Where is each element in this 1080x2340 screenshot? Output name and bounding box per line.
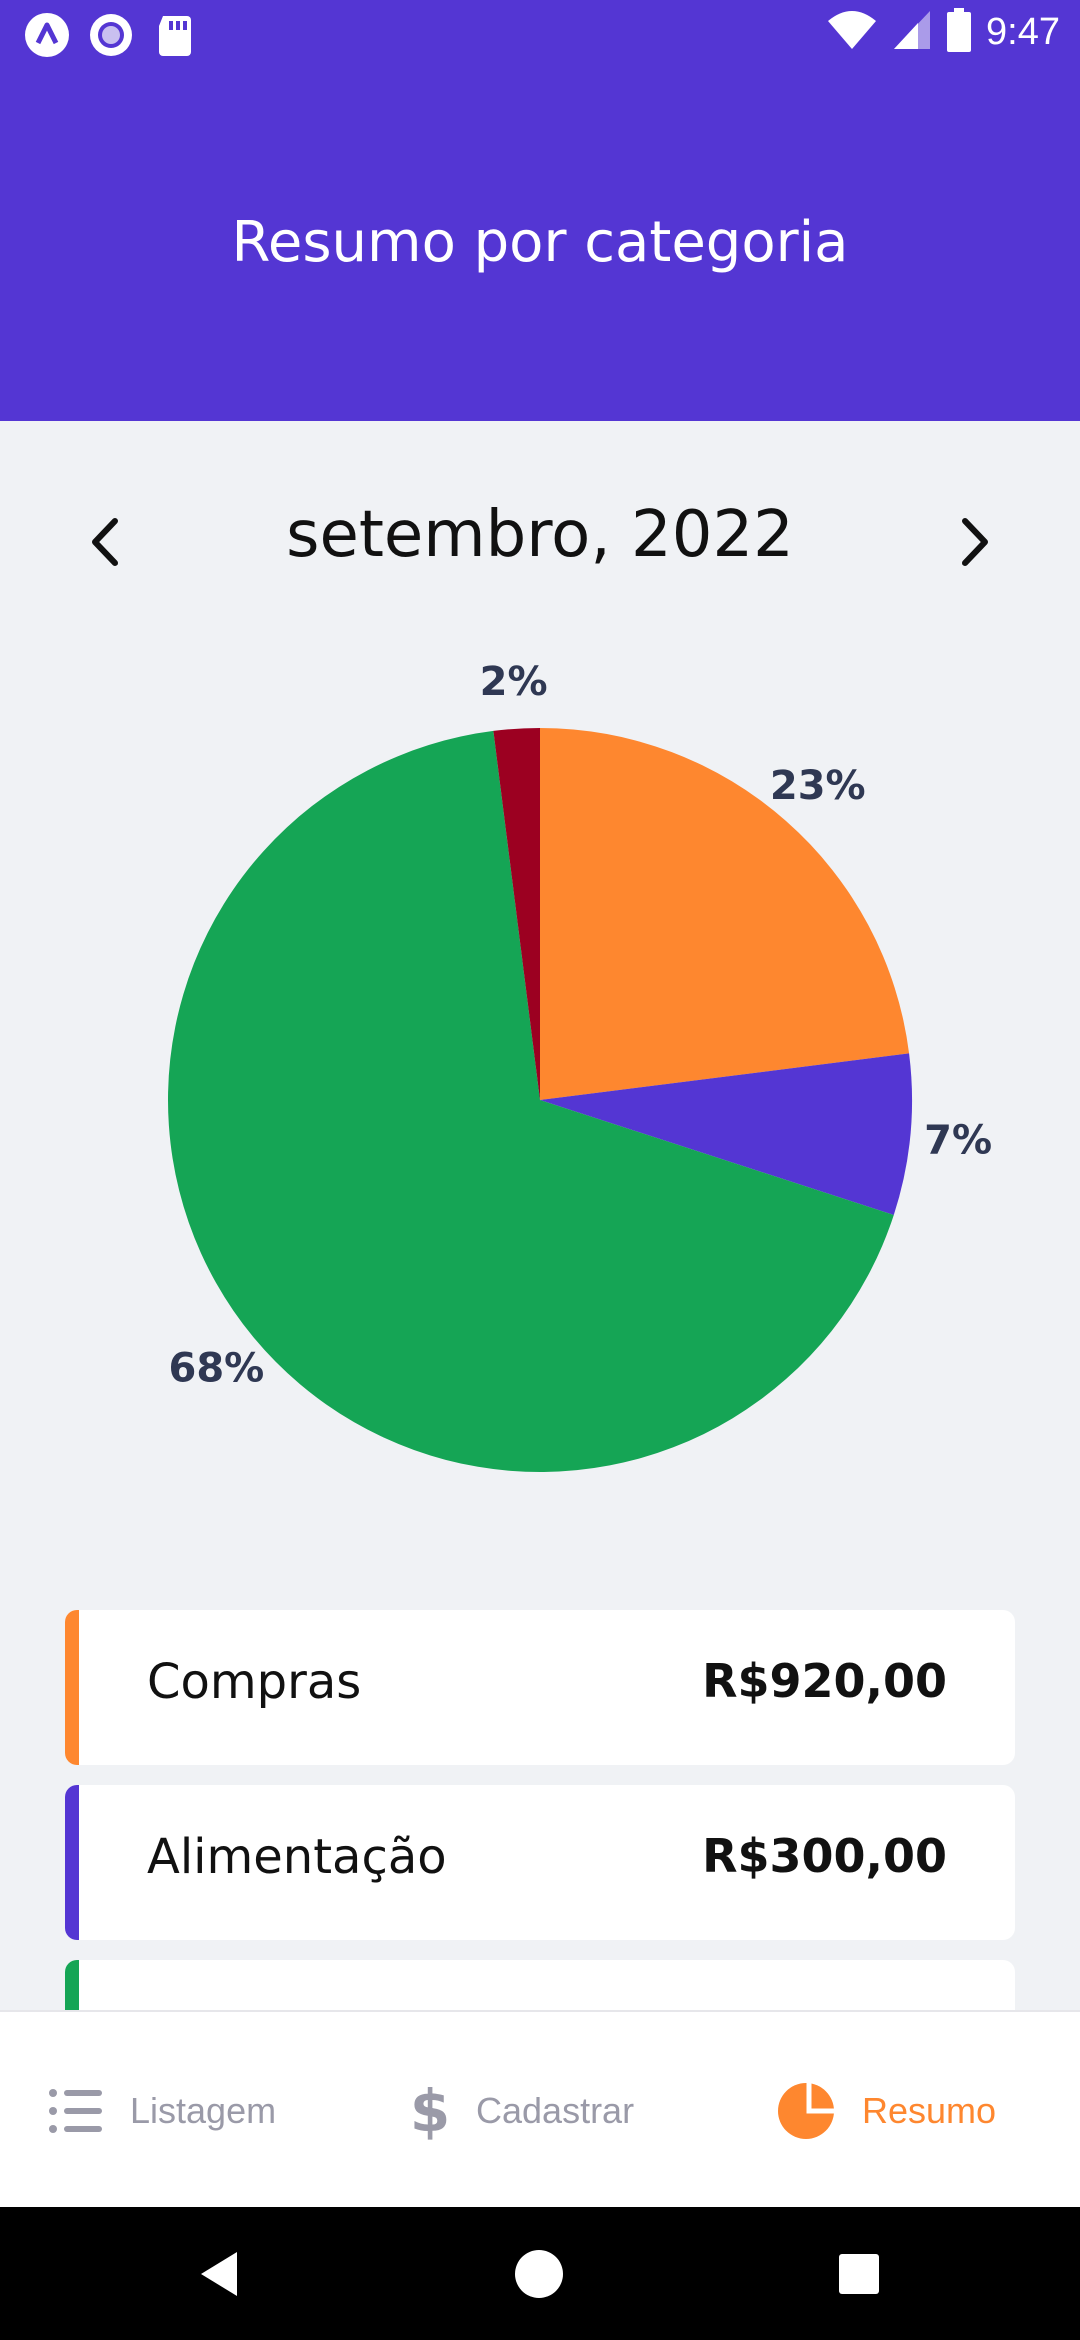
next-month-button[interactable] [945,512,1005,572]
category-color-bar [65,1610,79,1765]
category-pie-chart: 23% 7% 68% 2% [0,640,1080,1520]
battery-icon [946,8,972,56]
home-button[interactable] [506,2241,572,2307]
recents-button[interactable] [826,2241,892,2307]
nav-label: Resumo [862,2089,997,2131]
nav-tab-listagem[interactable]: Listagem [48,2012,276,2209]
pie-chart-icon [778,2082,836,2139]
nav-label: Listagem [130,2089,277,2131]
status-right-icons: 9:47 [826,8,1060,56]
app-bar: Resumo por categoria [0,66,1080,421]
category-name: Alimentação [147,1829,447,1885]
category-card-partial[interactable] [65,1960,1015,2010]
cellular-icon [892,9,932,55]
back-button[interactable] [186,2241,252,2307]
pie-percent-label: 68% [169,1346,265,1392]
record-icon [88,12,134,58]
category-value: R$300,00 [702,1829,947,1883]
back-icon [201,2252,237,2296]
status-time: 9:47 [986,10,1060,53]
list-icon [49,2088,102,2133]
status-left-icons [24,12,198,58]
dollar-icon: $ [410,2081,450,2141]
recents-icon [839,2254,879,2294]
category-color-bar [65,1960,79,2010]
sd-card-icon [152,12,198,58]
month-selector: setembro, 2022 [0,490,1080,590]
category-name: Compras [147,1654,362,1710]
nav-tab-cadastrar[interactable]: $ Cadastrar [410,2012,634,2209]
wifi-icon [826,9,878,55]
category-color-bar [65,1785,79,1940]
status-bar: 9:47 [0,0,1080,66]
home-icon [515,2250,563,2298]
nav-label: Cadastrar [476,2089,635,2131]
category-card-alimentacao[interactable]: Alimentação R$300,00 [65,1785,1015,1940]
pie-percent-label: 23% [770,763,866,809]
category-value: R$920,00 [702,1654,947,1708]
chevron-right-icon [962,518,988,566]
app-logo-icon [24,12,70,58]
pie-percent-label: 2% [480,659,548,705]
pie-chart-svg: 23% 7% 68% 2% [168,659,992,1472]
system-navigation-bar [0,2207,1080,2340]
pie-percent-label: 7% [924,1118,992,1164]
bottom-navigation: Listagem $ Cadastrar Resumo [0,2010,1080,2209]
page-title: Resumo por categoria [231,210,849,275]
category-list: Compras R$920,00 Alimentação R$300,00 [65,1610,1015,2010]
category-card-compras[interactable]: Compras R$920,00 [65,1610,1015,1765]
month-label: setembro, 2022 [286,498,794,572]
nav-tab-resumo[interactable]: Resumo [776,2012,996,2209]
svg-text:$: $ [410,2081,450,2141]
